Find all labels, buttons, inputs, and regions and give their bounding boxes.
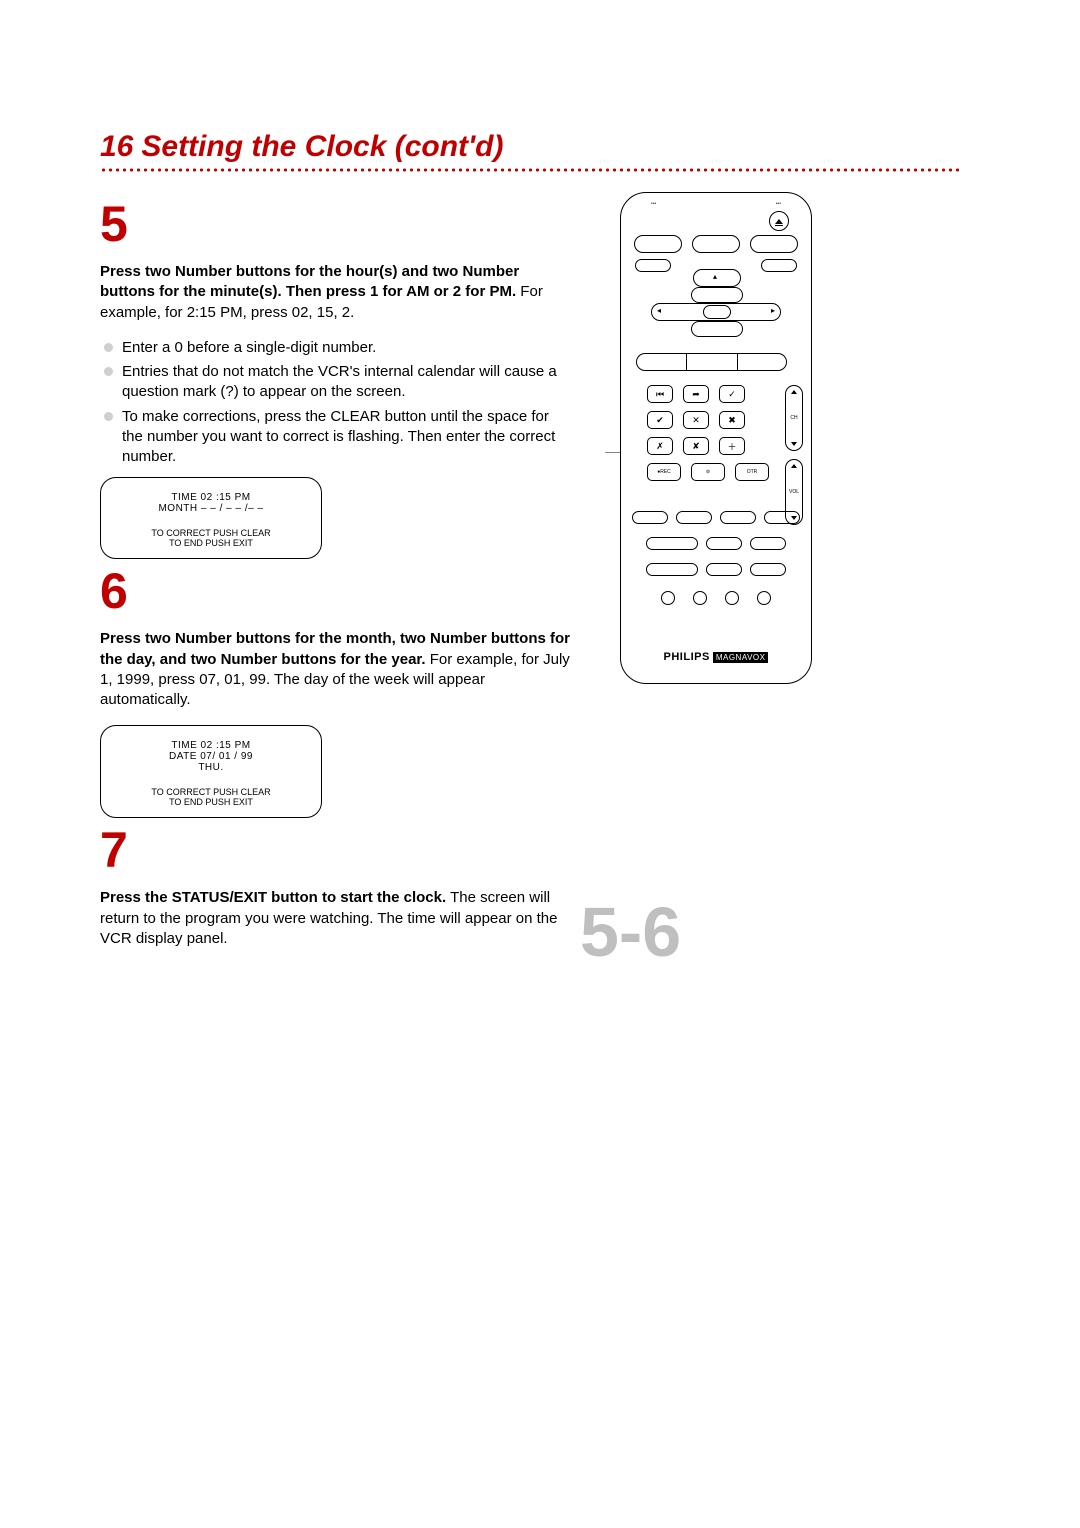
remote-column: 7 5-6 •••••• [580, 192, 960, 964]
manual-page: 16 Setting the Clock (cont'd) 5 Press tw… [0, 0, 1080, 1064]
step-6-number: 6 [100, 569, 570, 614]
page-title: Setting the Clock (cont'd) [141, 130, 503, 164]
lower-row-1 [621, 511, 811, 524]
osd-screen-step5: TIME 02 :15 PM MONTH – – / – – /– – TO C… [100, 477, 322, 559]
remote-button[interactable] [692, 235, 740, 253]
status-exit-button[interactable] [636, 353, 687, 371]
remote-button[interactable] [676, 511, 712, 524]
color-button[interactable] [725, 591, 739, 605]
remote-button[interactable] [750, 563, 786, 576]
num-key-6[interactable]: ✖ [719, 411, 745, 429]
rec-button[interactable]: ●REC [647, 463, 681, 481]
color-button[interactable] [693, 591, 707, 605]
callout-5-6: 5-6 [580, 892, 681, 972]
remote-brand: PHILIPSMAGNAVOX [621, 647, 811, 665]
otr-button[interactable]: OTR [735, 463, 769, 481]
step-7-bold: Press the STATUS/EXIT button to start th… [100, 889, 446, 906]
remote-top-labels: •••••• [621, 201, 811, 207]
osd-screen-step6: TIME 02 :15 PM DATE 07/ 01 / 99 THU. TO … [100, 725, 322, 818]
num-key-1[interactable]: ⏮ [647, 385, 673, 403]
up-icon [791, 390, 797, 394]
dpad-ok[interactable] [703, 305, 731, 319]
page-title-row: 16 Setting the Clock (cont'd) [100, 130, 980, 164]
eject-icon [775, 219, 783, 224]
remote-button[interactable] [646, 537, 698, 550]
osd-line: TO END PUSH EXIT [111, 797, 311, 807]
dotted-rule [100, 168, 960, 172]
step-7-number: 7 [100, 828, 570, 873]
dpad-down[interactable] [691, 321, 743, 337]
brand-philips: PHILIPS [664, 651, 710, 663]
remote-button[interactable] [646, 563, 698, 576]
step-6-text: Press two Number buttons for the month, … [100, 629, 570, 710]
step-5-text: Press two Number buttons for the hour(s)… [100, 262, 570, 323]
color-button[interactable] [757, 591, 771, 605]
color-row [621, 591, 811, 605]
eject-button[interactable] [769, 211, 789, 231]
num-key-2[interactable]: ➦ [683, 385, 709, 403]
brand-magnavox: MAGNAVOX [713, 652, 769, 663]
osd-line: TO CORRECT PUSH CLEAR [111, 528, 311, 538]
channel-rocker[interactable]: CH [785, 385, 803, 451]
down-icon [791, 442, 797, 446]
osd-line: TIME 02 :15 PM [111, 492, 311, 503]
bullet: To make corrections, press the CLEAR but… [100, 407, 570, 468]
bullet: Enter a 0 before a single-digit number. [100, 338, 570, 358]
osd-line: TO END PUSH EXIT [111, 538, 311, 548]
instructions-column: 5 Press two Number buttons for the hour(… [100, 192, 570, 964]
bullet: Entries that do not match the VCR's inte… [100, 362, 570, 403]
num-key-4[interactable]: ✔ [647, 411, 673, 429]
osd-line: THU. [111, 762, 311, 773]
dpad-mid-up[interactable] [691, 287, 743, 303]
remote-button[interactable] [632, 511, 668, 524]
page-number: 16 [100, 130, 133, 164]
remote-button[interactable] [706, 537, 742, 550]
numpad-area: ⏮ ➦ ✓ ✔ ✕ ✖ ✗ ✘ ＋ [633, 385, 803, 525]
up-arrow-icon: ▴ [713, 272, 717, 281]
clear-button[interactable] [736, 353, 787, 371]
number-pad: ⏮ ➦ ✓ ✔ ✕ ✖ ✗ ✘ ＋ [633, 385, 777, 525]
step-5-number: 5 [100, 202, 570, 247]
menu-button[interactable] [686, 353, 738, 371]
osd-line: MONTH – – / – – /– – [111, 503, 311, 514]
step-7-text: Press the STATUS/EXIT button to start th… [100, 888, 570, 949]
remote-button[interactable] [706, 563, 742, 576]
step-5-bold: Press two Number buttons for the hour(s)… [100, 263, 519, 300]
zero-button[interactable]: ⊘ [691, 463, 725, 481]
osd-line: TO CORRECT PUSH CLEAR [111, 787, 311, 797]
remote-button[interactable] [750, 235, 798, 253]
remote-button[interactable] [764, 511, 800, 524]
up-icon [791, 464, 797, 468]
remote-button[interactable] [750, 537, 786, 550]
num-key-5[interactable]: ✕ [683, 411, 709, 429]
remote-button[interactable] [720, 511, 756, 524]
color-button[interactable] [661, 591, 675, 605]
triple-button [636, 353, 796, 371]
lower-row-2 [621, 537, 811, 550]
num-key-7[interactable]: ✗ [647, 437, 673, 455]
direction-pad[interactable]: ◂ ▸ ▴ [651, 269, 781, 351]
source-row [621, 235, 811, 253]
left-arrow-icon: ◂ [657, 306, 661, 315]
dpad-wrap: ◂ ▸ ▴ [651, 269, 781, 351]
step-5-bullets: Enter a 0 before a single-digit number. … [100, 338, 570, 468]
lower-row-3 [621, 563, 811, 576]
remote-button[interactable] [634, 235, 682, 253]
num-key-3[interactable]: ✓ [719, 385, 745, 403]
osd-line: DATE 07/ 01 / 99 [111, 751, 311, 762]
remote-control: •••••• [620, 192, 812, 684]
num-key-8[interactable]: ✘ [683, 437, 709, 455]
right-arrow-icon: ▸ [771, 306, 775, 315]
num-key-9[interactable]: ＋ [719, 437, 745, 455]
osd-line: TIME 02 :15 PM [111, 740, 311, 751]
